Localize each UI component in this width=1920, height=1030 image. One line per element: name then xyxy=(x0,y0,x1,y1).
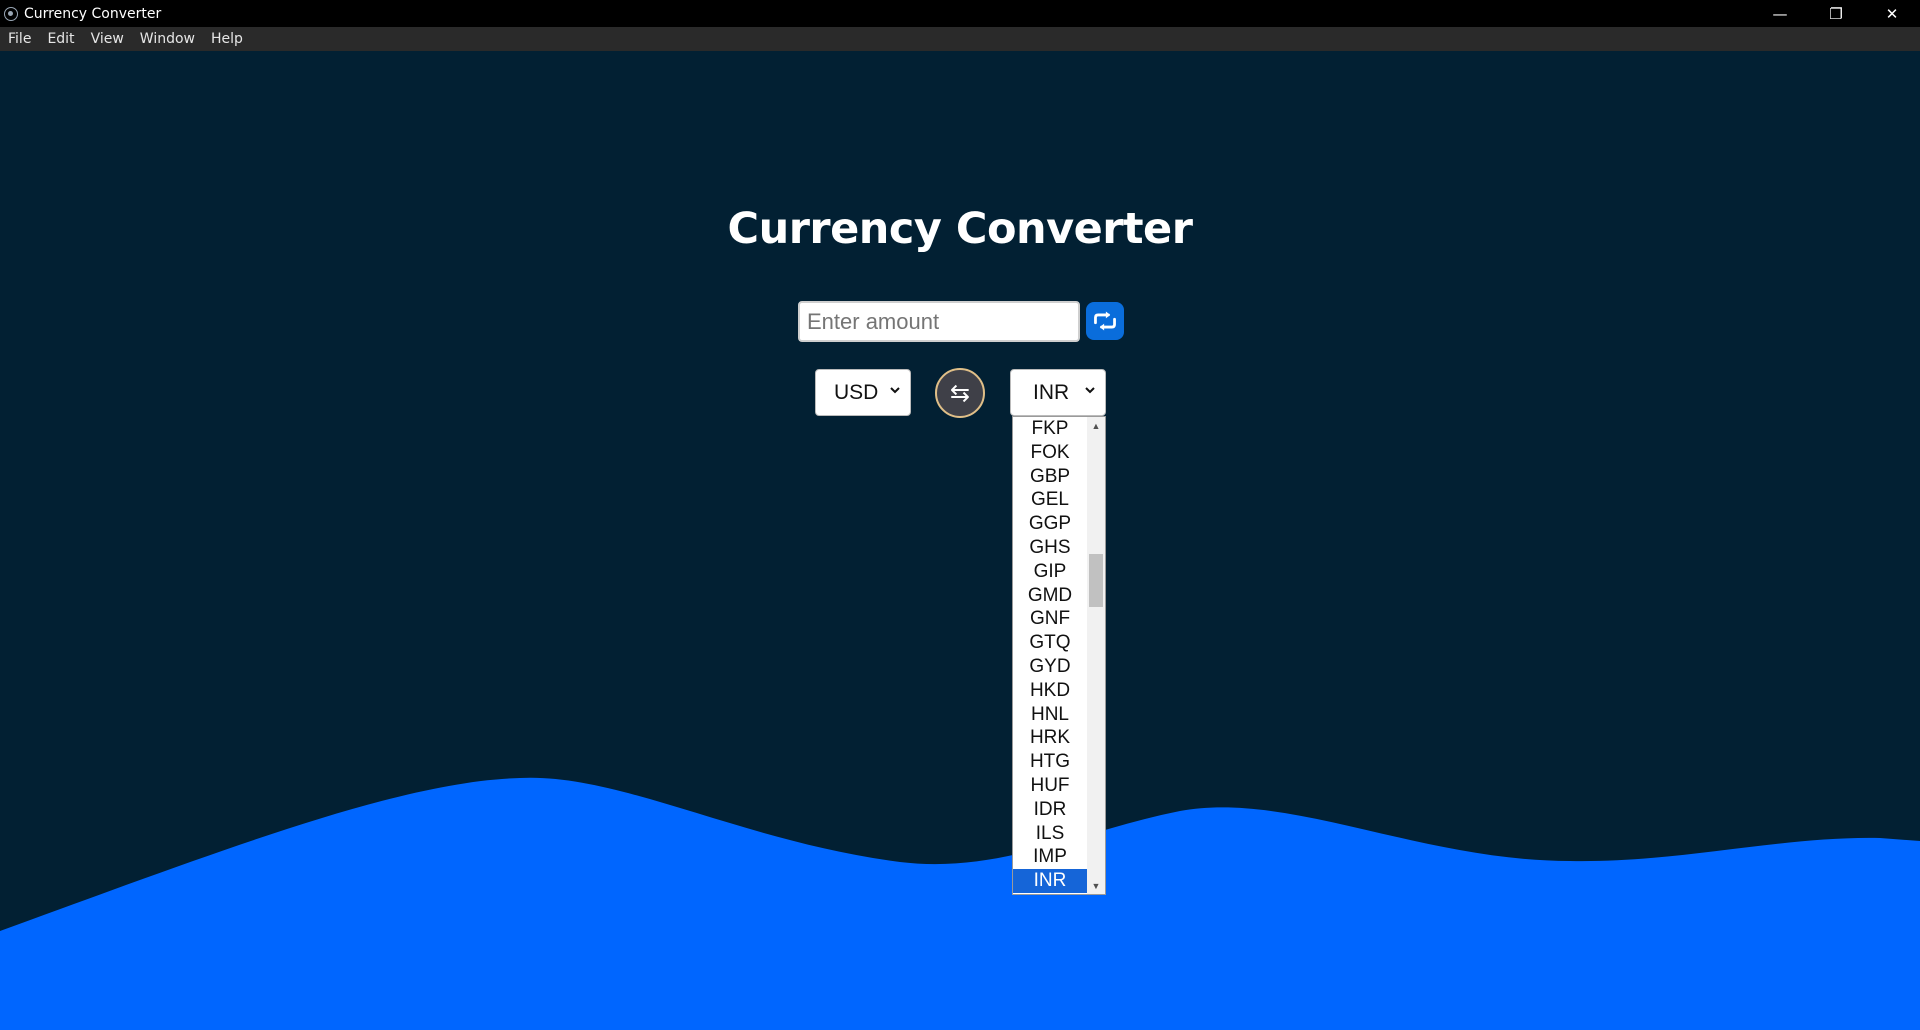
window-controls: — ❐ ✕ xyxy=(1752,0,1920,27)
from-currency-value: USD xyxy=(834,380,879,404)
menu-help[interactable]: Help xyxy=(203,31,251,47)
amount-input[interactable] xyxy=(798,301,1080,342)
window-title: Currency Converter xyxy=(24,5,162,22)
menu-edit[interactable]: Edit xyxy=(39,31,82,47)
dropdown-option[interactable]: HRK xyxy=(1013,726,1087,750)
swap-currencies-button[interactable]: ⇆ xyxy=(935,368,985,418)
dropdown-option[interactable]: FOK xyxy=(1013,441,1087,465)
dropdown-options: FKP FOK GBP GEL GGP GHS GIP GMD GNF GTQ GYD HKD HNL H… xyxy=(1013,417,1087,893)
title-bar: Currency Converter — ❐ ✕ xyxy=(0,0,1920,27)
dropdown-option[interactable]: GIP xyxy=(1013,560,1087,584)
dropdown-scrollbar[interactable]: ▲ ▼ xyxy=(1087,417,1105,894)
dropdown-option[interactable]: GYD xyxy=(1013,655,1087,679)
dropdown-option[interactable]: HNL xyxy=(1013,703,1087,727)
from-currency-select[interactable]: USD xyxy=(815,369,911,416)
dropdown-option[interactable]: HKD xyxy=(1013,679,1087,703)
menu-window[interactable]: Window xyxy=(132,31,203,47)
dropdown-option[interactable]: IMP xyxy=(1013,845,1087,869)
dropdown-option[interactable]: FKP xyxy=(1013,417,1087,441)
dropdown-option[interactable]: GHS xyxy=(1013,536,1087,560)
chevron-down-icon xyxy=(1085,387,1095,394)
dropdown-option[interactable]: IDR xyxy=(1013,798,1087,822)
convert-button[interactable] xyxy=(1086,302,1124,340)
to-currency-select[interactable]: INR xyxy=(1010,369,1106,416)
dropdown-option[interactable]: GBP xyxy=(1013,465,1087,489)
dropdown-option[interactable]: GMD xyxy=(1013,584,1087,608)
dropdown-option[interactable]: GEL xyxy=(1013,488,1087,512)
menu-view[interactable]: View xyxy=(83,31,132,47)
dropdown-option[interactable]: ILS xyxy=(1013,822,1087,846)
dropdown-option[interactable]: GTQ xyxy=(1013,631,1087,655)
minimize-button[interactable]: — xyxy=(1752,0,1808,27)
background-wave xyxy=(0,777,1920,1030)
menu-bar: File Edit View Window Help xyxy=(0,27,1920,51)
page-title: Currency Converter xyxy=(727,204,1193,254)
scroll-down-arrow[interactable]: ▼ xyxy=(1087,877,1105,894)
dropdown-option[interactable]: GGP xyxy=(1013,512,1087,536)
scroll-thumb[interactable] xyxy=(1089,554,1103,607)
dropdown-option[interactable]: HUF xyxy=(1013,774,1087,798)
close-button[interactable]: ✕ xyxy=(1864,0,1920,27)
scroll-up-arrow[interactable]: ▲ xyxy=(1087,417,1105,434)
chevron-down-icon xyxy=(890,387,900,394)
menu-file[interactable]: File xyxy=(0,31,39,47)
app-icon xyxy=(4,6,18,21)
restore-button[interactable]: ❐ xyxy=(1808,0,1864,27)
dropdown-option[interactable]: HTG xyxy=(1013,750,1087,774)
to-currency-value: INR xyxy=(1033,380,1070,404)
to-currency-dropdown-list[interactable]: FKP FOK GBP GEL GGP GHS GIP GMD GNF GTQ GYD HKD HNL H… xyxy=(1012,416,1106,895)
wave-shape xyxy=(0,777,1920,1030)
app-content: Currency Converter USD ⇆ INR FKPFOKGBPGE… xyxy=(0,51,1920,1030)
dropdown-option[interactable]: INR xyxy=(1013,869,1087,893)
dropdown-option[interactable]: GNF xyxy=(1013,607,1087,631)
convert-arrows-icon xyxy=(1094,311,1116,331)
swap-icon: ⇆ xyxy=(949,379,971,407)
